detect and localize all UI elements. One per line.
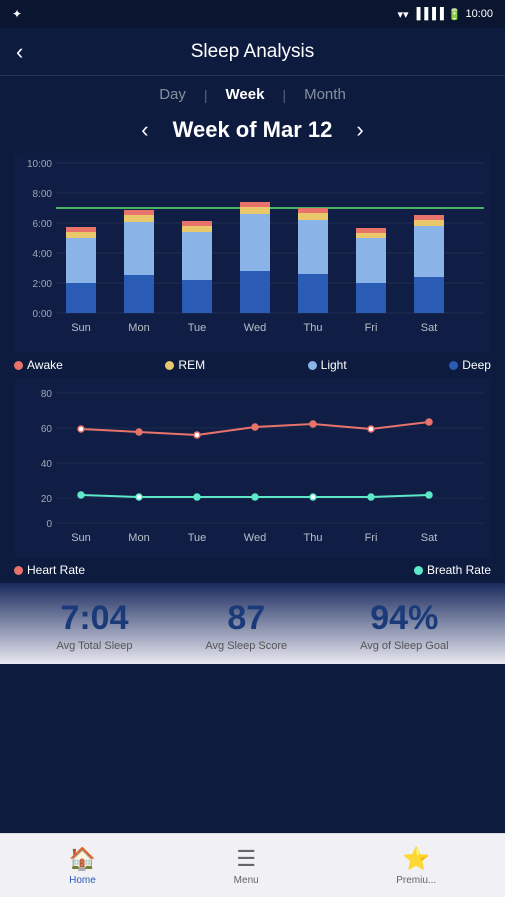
awake-label: Awake bbox=[27, 358, 63, 372]
svg-text:40: 40 bbox=[41, 459, 53, 470]
bar-chart: 10:00 8:00 6:00 4:00 2:00 0:00 bbox=[14, 153, 491, 353]
legend-heart-rate: Heart Rate bbox=[14, 563, 85, 577]
svg-text:Wed: Wed bbox=[244, 532, 266, 544]
wifi-icon: ▾▾ bbox=[398, 8, 409, 21]
stat-sleep-score-value: 87 bbox=[205, 599, 287, 638]
light-dot bbox=[308, 361, 317, 370]
svg-text:0:00: 0:00 bbox=[33, 309, 53, 320]
line-chart: 80 60 40 20 0 Sun bbox=[14, 378, 491, 558]
premium-icon: ⭐ bbox=[403, 846, 430, 872]
line-chart-svg: 80 60 40 20 0 Sun bbox=[14, 378, 491, 558]
svg-text:0: 0 bbox=[46, 519, 52, 530]
svg-text:Tue: Tue bbox=[188, 322, 207, 334]
svg-text:6:00: 6:00 bbox=[33, 219, 53, 230]
stat-sleep-goal-value: 94% bbox=[360, 599, 448, 638]
nav-home[interactable]: 🏠 Home bbox=[49, 840, 116, 892]
legend-light: Light bbox=[308, 358, 347, 372]
nav-home-label: Home bbox=[69, 875, 96, 886]
svg-text:Sat: Sat bbox=[421, 322, 438, 334]
bluetooth-icon: ✦ bbox=[12, 7, 22, 21]
stat-sleep-score: 87 Avg Sleep Score bbox=[205, 599, 287, 652]
menu-icon: ☰ bbox=[236, 846, 256, 872]
svg-text:4:00: 4:00 bbox=[33, 249, 53, 260]
svg-text:20: 20 bbox=[41, 494, 53, 505]
tab-navigation: Day | Week | Month bbox=[0, 76, 505, 111]
svg-text:Sat: Sat bbox=[421, 532, 438, 544]
stat-total-sleep-value: 7:04 bbox=[56, 599, 132, 638]
legend-rem: REM bbox=[165, 358, 205, 372]
page-title: Sleep Analysis bbox=[191, 41, 315, 63]
stat-sleep-score-label: Avg Sleep Score bbox=[205, 640, 287, 652]
time: 10:00 bbox=[465, 8, 493, 20]
awake-dot bbox=[14, 361, 23, 370]
svg-text:Fri: Fri bbox=[365, 322, 378, 334]
rem-dot bbox=[165, 361, 174, 370]
bar-chart-legend: Awake REM Light Deep bbox=[0, 353, 505, 374]
svg-text:Sun: Sun bbox=[71, 322, 91, 334]
tab-day[interactable]: Day bbox=[141, 86, 204, 103]
legend-awake: Awake bbox=[14, 358, 63, 372]
svg-text:Tue: Tue bbox=[188, 532, 207, 544]
battery-icon: 🔋 bbox=[448, 8, 462, 21]
svg-text:Wed: Wed bbox=[244, 322, 266, 334]
heart-rate-dot bbox=[14, 566, 23, 575]
nav-premium-label: Premiu... bbox=[396, 875, 436, 886]
stats-section: 7:04 Avg Total Sleep 87 Avg Sleep Score … bbox=[0, 583, 505, 664]
status-icons: ▾▾ ▐▐▐▐ 🔋 10:00 bbox=[398, 8, 493, 21]
svg-text:Mon: Mon bbox=[128, 532, 149, 544]
stat-total-sleep: 7:04 Avg Total Sleep bbox=[56, 599, 132, 652]
legend-breath-rate: Breath Rate bbox=[414, 563, 491, 577]
week-title: Week of Mar 12 bbox=[173, 117, 333, 143]
next-week-button[interactable]: › bbox=[356, 117, 363, 143]
breath-rate-dot bbox=[414, 566, 423, 575]
light-label: Light bbox=[321, 358, 347, 372]
app-header: ‹ Sleep Analysis bbox=[0, 28, 505, 76]
svg-text:Mon: Mon bbox=[128, 322, 149, 334]
svg-text:8:00: 8:00 bbox=[33, 189, 53, 200]
prev-week-button[interactable]: ‹ bbox=[141, 117, 148, 143]
tab-week[interactable]: Week bbox=[208, 86, 283, 103]
svg-text:10:00: 10:00 bbox=[27, 159, 52, 170]
rem-label: REM bbox=[178, 358, 205, 372]
legend-deep: Deep bbox=[449, 358, 491, 372]
signal-icon: ▐▐▐▐ bbox=[413, 8, 444, 20]
svg-text:2:00: 2:00 bbox=[33, 279, 53, 290]
home-icon: 🏠 bbox=[69, 846, 96, 872]
bar-chart-svg: 10:00 8:00 6:00 4:00 2:00 0:00 bbox=[14, 153, 491, 353]
nav-menu[interactable]: ☰ Menu bbox=[214, 840, 279, 892]
bottom-navigation: 🏠 Home ☰ Menu ⭐ Premiu... bbox=[0, 833, 505, 897]
svg-text:Thu: Thu bbox=[304, 532, 323, 544]
status-bar: ✦ ▾▾ ▐▐▐▐ 🔋 10:00 bbox=[0, 0, 505, 28]
deep-dot bbox=[449, 361, 458, 370]
bar-chart-section: 10:00 8:00 6:00 4:00 2:00 0:00 bbox=[0, 147, 505, 353]
svg-text:Sun: Sun bbox=[71, 532, 91, 544]
deep-label: Deep bbox=[462, 358, 491, 372]
nav-premium[interactable]: ⭐ Premiu... bbox=[376, 840, 456, 892]
heart-rate-label: Heart Rate bbox=[27, 563, 85, 577]
svg-text:Thu: Thu bbox=[304, 322, 323, 334]
svg-text:60: 60 bbox=[41, 424, 53, 435]
svg-text:Fri: Fri bbox=[365, 532, 378, 544]
line-chart-legend: Heart Rate Breath Rate bbox=[0, 558, 505, 579]
stat-total-sleep-label: Avg Total Sleep bbox=[56, 640, 132, 652]
back-button[interactable]: ‹ bbox=[16, 39, 23, 65]
stat-sleep-goal: 94% Avg of Sleep Goal bbox=[360, 599, 448, 652]
tab-month[interactable]: Month bbox=[286, 86, 364, 103]
svg-text:80: 80 bbox=[41, 389, 53, 400]
line-chart-section: 80 60 40 20 0 Sun bbox=[0, 374, 505, 558]
nav-menu-label: Menu bbox=[234, 875, 259, 886]
stat-sleep-goal-label: Avg of Sleep Goal bbox=[360, 640, 448, 652]
week-navigation: ‹ Week of Mar 12 › bbox=[0, 111, 505, 147]
breath-rate-label: Breath Rate bbox=[427, 563, 491, 577]
